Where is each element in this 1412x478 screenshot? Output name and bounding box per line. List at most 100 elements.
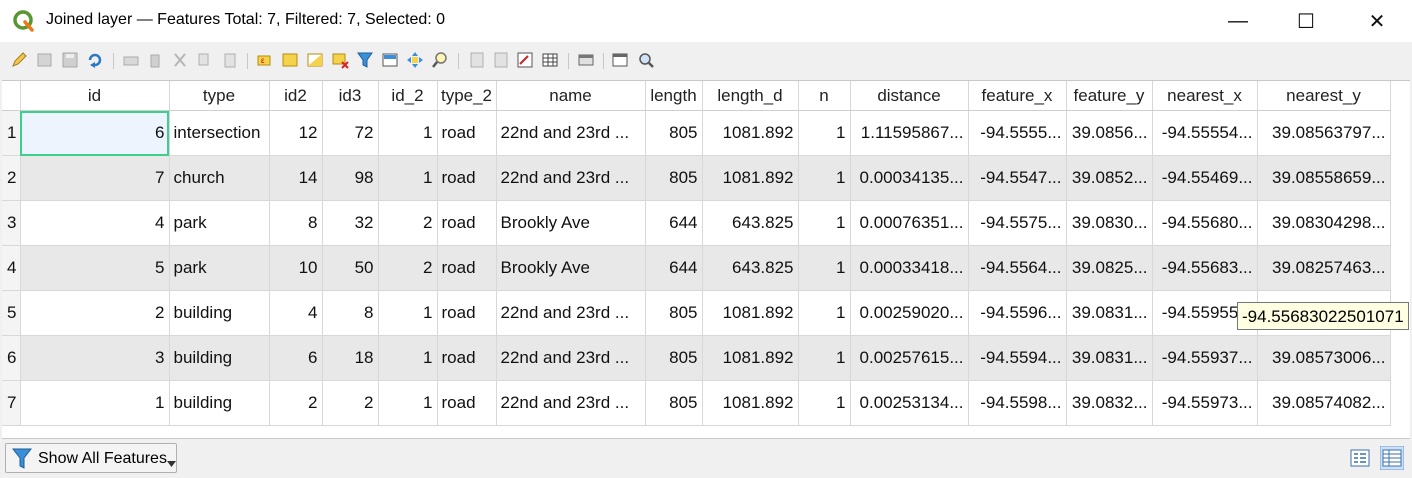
minimize-button[interactable]: — (1203, 0, 1273, 42)
select-all-icon[interactable] (281, 51, 299, 69)
cell-feature-x[interactable]: -94.5555... (968, 110, 1067, 156)
column-header-id2[interactable]: id2 (269, 81, 323, 111)
cell-length[interactable]: 805 (645, 110, 703, 156)
delete-feature-icon[interactable] (146, 51, 164, 69)
cell-feature-x[interactable]: -94.5596... (968, 290, 1067, 336)
expression-select-icon[interactable]: ε (256, 51, 274, 69)
cell-type[interactable]: intersection (169, 110, 270, 156)
cell-distance[interactable]: 0.00034135... (850, 155, 969, 201)
delete-field-icon[interactable] (492, 51, 510, 69)
row-number[interactable]: 2 (2, 155, 21, 201)
cell-type[interactable]: building (169, 335, 270, 381)
cell-distance[interactable]: 0.00076351... (850, 200, 969, 246)
cell-id2[interactable]: 10 (269, 245, 323, 291)
cell-feature-x[interactable]: -94.5575... (968, 200, 1067, 246)
cell-id[interactable]: 4 (20, 200, 170, 246)
cell-length[interactable]: 805 (645, 290, 703, 336)
cell-id-2[interactable]: 1 (378, 335, 438, 381)
cell-length-d[interactable]: 643.825 (702, 200, 799, 246)
row-number[interactable]: 5 (2, 290, 21, 336)
cell-length-d[interactable]: 1081.892 (702, 290, 799, 336)
cell-type-2[interactable]: road (437, 245, 497, 291)
paste-icon[interactable] (221, 51, 239, 69)
cut-icon[interactable] (171, 51, 189, 69)
column-header-feature-x[interactable]: feature_x (968, 81, 1067, 111)
attribute-table[interactable]: id type id2 id3 id_2 type_2 name length length_d… (2, 80, 1410, 439)
save-edits-icon[interactable] (61, 51, 79, 69)
column-header-id3[interactable]: id3 (322, 81, 379, 111)
cell-length-d[interactable]: 1081.892 (702, 110, 799, 156)
cell-id-2[interactable]: 2 (378, 245, 438, 291)
column-header-nearest-y[interactable]: nearest_y (1257, 81, 1391, 111)
table-row[interactable]: 6 3 building 6 18 1 road 22nd and 23rd ... 805 10… (2, 335, 1391, 381)
cell-n[interactable]: 1 (798, 200, 851, 246)
cell-distance[interactable]: 1.11595867... (850, 110, 969, 156)
cell-type-2[interactable]: road (437, 200, 497, 246)
filter-selection-icon[interactable] (356, 51, 374, 69)
cell-nearest-x[interactable]: -94.55937... (1152, 335, 1258, 381)
cell-type[interactable]: church (169, 155, 270, 201)
cell-id3[interactable]: 18 (322, 335, 379, 381)
cell-length[interactable]: 805 (645, 380, 703, 426)
toggle-editing-icon[interactable] (10, 51, 28, 69)
cell-n[interactable]: 1 (798, 335, 851, 381)
cell-nearest-x[interactable]: -94.55973... (1152, 380, 1258, 426)
cell-length-d[interactable]: 643.825 (702, 245, 799, 291)
table-row[interactable]: 4 5 park 10 50 2 road Brookly Ave 644 643.825 1 0.0… (2, 245, 1391, 291)
column-header-length-d[interactable]: length_d (702, 81, 799, 111)
cell-id[interactable]: 1 (20, 380, 170, 426)
new-field-icon[interactable] (468, 51, 486, 69)
move-selection-top-icon[interactable] (381, 51, 399, 69)
cell-feature-x[interactable]: -94.5564... (968, 245, 1067, 291)
cell-id2[interactable]: 6 (269, 335, 323, 381)
table-row[interactable]: 3 4 park 8 32 2 road Brookly Ave 644 643.825 1 0.00… (2, 200, 1391, 246)
cell-type-2[interactable]: road (437, 290, 497, 336)
row-number[interactable]: 1 (2, 110, 21, 156)
cell-nearest-y[interactable]: 39.08573006... (1257, 335, 1391, 381)
cell-type[interactable]: park (169, 200, 270, 246)
cell-distance[interactable]: 0.00253134... (850, 380, 969, 426)
column-header-id-2[interactable]: id_2 (378, 81, 438, 111)
cell-id2[interactable]: 14 (269, 155, 323, 201)
dock-table-icon[interactable] (577, 51, 595, 69)
cell-id2[interactable]: 2 (269, 380, 323, 426)
cell-id[interactable]: 6 (20, 110, 170, 156)
cell-name[interactable]: Brookly Ave (496, 200, 646, 246)
cell-id2[interactable]: 12 (269, 110, 323, 156)
cell-n[interactable]: 1 (798, 245, 851, 291)
cell-length[interactable]: 805 (645, 155, 703, 201)
deselect-all-icon[interactable] (331, 51, 349, 69)
cell-nearest-x[interactable]: -94.55554... (1152, 110, 1258, 156)
cell-n[interactable]: 1 (798, 110, 851, 156)
cell-type-2[interactable]: road (437, 335, 497, 381)
column-header-nearest-x[interactable]: nearest_x (1152, 81, 1258, 111)
cell-type-2[interactable]: road (437, 380, 497, 426)
show-all-features-button[interactable]: Show All Features (5, 443, 177, 473)
cell-length[interactable]: 805 (645, 335, 703, 381)
cell-id3[interactable]: 50 (322, 245, 379, 291)
cell-length-d[interactable]: 1081.892 (702, 155, 799, 201)
cell-name[interactable]: 22nd and 23rd ... (496, 380, 646, 426)
cell-nearest-y[interactable]: 39.08574082... (1257, 380, 1391, 426)
cell-length-d[interactable]: 1081.892 (702, 380, 799, 426)
cell-distance[interactable]: 0.00259020... (850, 290, 969, 336)
cell-id3[interactable]: 72 (322, 110, 379, 156)
table-row[interactable]: 1 6 intersection 12 72 1 road 22nd and 23rd ...… (2, 110, 1391, 156)
cell-nearest-y[interactable]: 39.08558659... (1257, 155, 1391, 201)
cell-length[interactable]: 644 (645, 200, 703, 246)
cell-nearest-y[interactable]: 39.08304298... (1257, 200, 1391, 246)
cell-feature-y[interactable]: 39.0852... (1066, 155, 1153, 201)
zoom-map-icon[interactable] (637, 51, 655, 69)
cell-nearest-x[interactable]: -94.55683... (1152, 245, 1258, 291)
table-row[interactable]: 2 7 church 14 98 1 road 22nd and 23rd ... 805 108… (2, 155, 1391, 201)
cell-type[interactable]: building (169, 380, 270, 426)
field-calculator-icon[interactable] (516, 51, 534, 69)
column-header-type-2[interactable]: type_2 (437, 81, 497, 111)
cell-id-2[interactable]: 2 (378, 200, 438, 246)
cell-type-2[interactable]: road (437, 155, 497, 201)
table-row[interactable]: 7 1 building 2 2 1 road 22nd and 23rd ... 805 108… (2, 380, 1391, 426)
cell-feature-y[interactable]: 39.0832... (1066, 380, 1153, 426)
cell-id[interactable]: 7 (20, 155, 170, 201)
cell-n[interactable]: 1 (798, 380, 851, 426)
cell-n[interactable]: 1 (798, 155, 851, 201)
